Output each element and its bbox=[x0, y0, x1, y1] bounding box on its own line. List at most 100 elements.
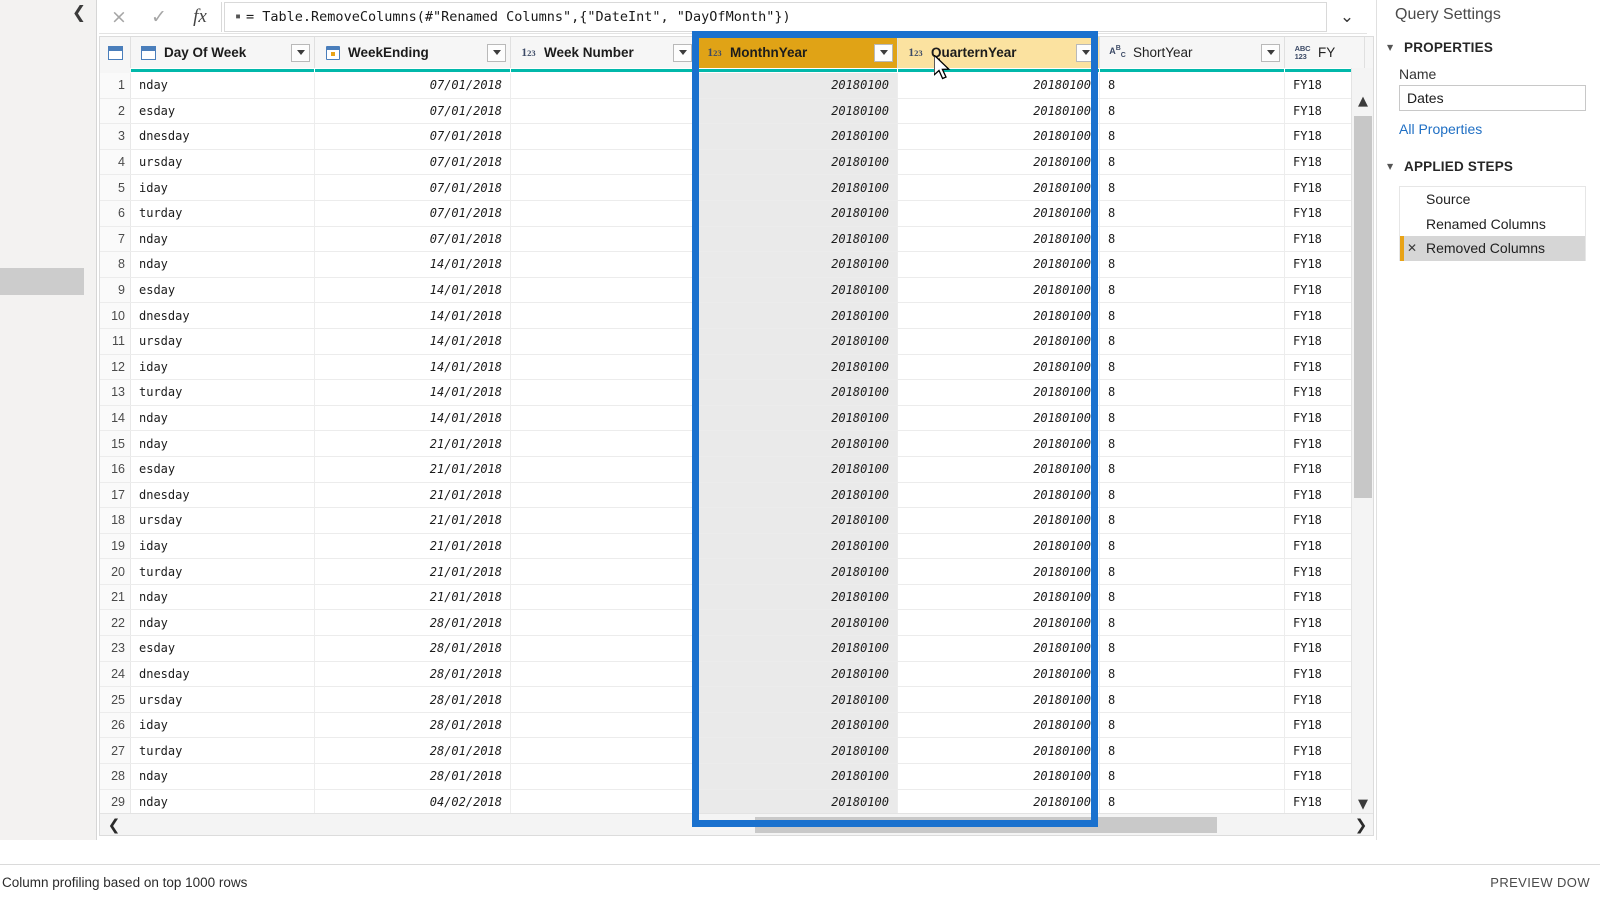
table-cell-monthnyear[interactable]: 20180100 bbox=[697, 661, 898, 687]
table-cell-day[interactable]: turday bbox=[131, 380, 315, 405]
table-cell-day[interactable]: iday bbox=[131, 533, 315, 559]
column-header-weekending[interactable]: WeekEnding bbox=[315, 37, 511, 68]
chevron-down-icon[interactable]: ⌄ bbox=[1327, 2, 1367, 32]
table-cell-monthnyear[interactable]: 20180100 bbox=[697, 533, 898, 559]
table-row[interactable]: 29 nday 04/02/2018 20180100 20180100 8 FY18 bbox=[100, 789, 1373, 816]
table-cell-monthnyear[interactable]: 20180100 bbox=[697, 98, 898, 124]
table-cell-monthnyear[interactable]: 20180100 bbox=[697, 380, 898, 405]
table-cell-monthnyear[interactable]: 20180100 bbox=[697, 328, 898, 354]
table-cell-shortyear[interactable]: 8 bbox=[1100, 687, 1285, 712]
table-cell-week-ending[interactable]: 14/01/2018 bbox=[315, 328, 511, 354]
vertical-scrollbar[interactable]: ▲ ▼ bbox=[1351, 68, 1373, 835]
table-cell-day[interactable]: nday bbox=[131, 73, 315, 98]
table-cell-week-number[interactable] bbox=[511, 712, 697, 738]
table-cell-shortyear[interactable]: 8 bbox=[1100, 149, 1285, 175]
table-row[interactable]: 26 iday 28/01/2018 20180100 20180100 8 FY18 bbox=[100, 712, 1373, 739]
table-row[interactable]: 25 ursday 28/01/2018 20180100 20180100 8 FY18 bbox=[100, 687, 1373, 713]
filter-dropdown-icon[interactable] bbox=[673, 43, 692, 62]
table-cell-week-ending[interactable]: 21/01/2018 bbox=[315, 533, 511, 559]
table-cell-quarternyear[interactable]: 20180100 bbox=[898, 482, 1100, 508]
column-header-quarternyear[interactable]: 1 2 3 QuarternYear bbox=[898, 37, 1100, 68]
row-number[interactable]: 4 bbox=[100, 149, 131, 175]
row-number[interactable]: 27 bbox=[100, 738, 131, 764]
table-cell-day[interactable]: nday bbox=[131, 789, 315, 815]
row-number[interactable]: 8 bbox=[100, 252, 131, 277]
table-cell-week-number[interactable] bbox=[511, 328, 697, 354]
table-cell-monthnyear[interactable]: 20180100 bbox=[697, 226, 898, 252]
horizontal-scrollbar[interactable]: ❮ ❯ bbox=[100, 813, 1373, 836]
table-cell-week-number[interactable] bbox=[511, 431, 697, 456]
table-cell-quarternyear[interactable]: 20180100 bbox=[898, 661, 1100, 687]
table-row[interactable]: 27 turday 28/01/2018 20180100 20180100 8 FY18 bbox=[100, 738, 1373, 765]
table-cell-day[interactable]: ursday bbox=[131, 328, 315, 354]
table-cell-week-number[interactable] bbox=[511, 764, 697, 789]
table-cell-quarternyear[interactable]: 20180100 bbox=[898, 124, 1100, 149]
table-cell-week-number[interactable] bbox=[511, 661, 697, 687]
table-row[interactable]: 18 ursday 21/01/2018 20180100 20180100 8 FY18 bbox=[100, 508, 1373, 534]
table-cell-quarternyear[interactable]: 20180100 bbox=[898, 738, 1100, 764]
table-row[interactable]: 7 nday 07/01/2018 20180100 20180100 8 FY18 bbox=[100, 226, 1373, 253]
table-cell-week-number[interactable] bbox=[511, 149, 697, 175]
table-cell-week-ending[interactable]: 07/01/2018 bbox=[315, 200, 511, 226]
row-number[interactable]: 7 bbox=[100, 226, 131, 252]
filter-dropdown-icon[interactable] bbox=[1261, 43, 1280, 62]
column-header-monthnyear[interactable]: 1 2 3 MonthnYear bbox=[697, 37, 898, 68]
table-cell-day[interactable]: nday bbox=[131, 764, 315, 789]
fx-icon[interactable]: fx bbox=[179, 2, 221, 32]
scroll-left-icon[interactable]: ❮ bbox=[100, 814, 128, 836]
table-cell-monthnyear[interactable]: 20180100 bbox=[697, 636, 898, 661]
table-cell-week-ending[interactable]: 28/01/2018 bbox=[315, 738, 511, 764]
table-cell-week-number[interactable] bbox=[511, 738, 697, 764]
table-cell-shortyear[interactable]: 8 bbox=[1100, 200, 1285, 226]
table-cell-week-ending[interactable]: 21/01/2018 bbox=[315, 482, 511, 508]
table-cell-quarternyear[interactable]: 20180100 bbox=[898, 226, 1100, 252]
row-number[interactable]: 16 bbox=[100, 456, 131, 482]
table-cell-quarternyear[interactable]: 20180100 bbox=[898, 98, 1100, 124]
table-cell-shortyear[interactable]: 8 bbox=[1100, 610, 1285, 636]
table-cell-shortyear[interactable]: 8 bbox=[1100, 73, 1285, 98]
table-cell-week-ending[interactable]: 28/01/2018 bbox=[315, 636, 511, 661]
table-cell-day[interactable]: iday bbox=[131, 354, 315, 380]
table-cell-day[interactable]: esday bbox=[131, 98, 315, 124]
table-cell-day[interactable]: nday bbox=[131, 610, 315, 636]
table-cell-monthnyear[interactable]: 20180100 bbox=[697, 610, 898, 636]
table-cell-quarternyear[interactable]: 20180100 bbox=[898, 431, 1100, 456]
table-cell-week-ending[interactable]: 07/01/2018 bbox=[315, 73, 511, 98]
table-cell-week-number[interactable] bbox=[511, 277, 697, 303]
table-cell-day[interactable]: esday bbox=[131, 277, 315, 303]
table-cell-shortyear[interactable]: 8 bbox=[1100, 584, 1285, 610]
table-cell-week-number[interactable] bbox=[511, 98, 697, 124]
table-cell-monthnyear[interactable]: 20180100 bbox=[697, 354, 898, 380]
table-cell-day[interactable]: ursday bbox=[131, 687, 315, 712]
table-cell-week-number[interactable] bbox=[511, 124, 697, 149]
table-cell-shortyear[interactable]: 8 bbox=[1100, 303, 1285, 328]
row-number[interactable]: 5 bbox=[100, 175, 131, 200]
table-row[interactable]: 8 nday 14/01/2018 20180100 20180100 8 FY18 bbox=[100, 252, 1373, 278]
table-row[interactable]: 3 dnesday 07/01/2018 20180100 20180100 8 FY18 bbox=[100, 124, 1373, 150]
table-cell-shortyear[interactable]: 8 bbox=[1100, 764, 1285, 789]
table-cell-day[interactable]: iday bbox=[131, 175, 315, 200]
table-row[interactable]: 2 esday 07/01/2018 20180100 20180100 8 FY18 bbox=[100, 98, 1373, 125]
table-cell-week-ending[interactable]: 14/01/2018 bbox=[315, 277, 511, 303]
table-cell-shortyear[interactable]: 8 bbox=[1100, 559, 1285, 584]
horizontal-scrollbar-track[interactable] bbox=[128, 814, 1347, 836]
applied-step-removed-columns[interactable]: ✕ Removed Columns bbox=[1400, 236, 1585, 261]
table-cell-monthnyear[interactable]: 20180100 bbox=[697, 124, 898, 149]
table-cell-day[interactable]: nday bbox=[131, 405, 315, 431]
row-number[interactable]: 1 bbox=[100, 73, 131, 98]
column-header-shortyear[interactable]: ABC ShortYear bbox=[1100, 37, 1285, 68]
table-cell-shortyear[interactable]: 8 bbox=[1100, 738, 1285, 764]
table-cell-week-number[interactable] bbox=[511, 405, 697, 431]
row-number[interactable]: 18 bbox=[100, 508, 131, 533]
table-cell-shortyear[interactable]: 8 bbox=[1100, 431, 1285, 456]
table-cell-week-number[interactable] bbox=[511, 303, 697, 328]
row-number[interactable]: 26 bbox=[100, 712, 131, 738]
table-cell-week-ending[interactable]: 14/01/2018 bbox=[315, 405, 511, 431]
table-cell-week-ending[interactable]: 07/01/2018 bbox=[315, 226, 511, 252]
table-cell-day[interactable]: iday bbox=[131, 712, 315, 738]
column-header-day-of-week[interactable]: Day Of Week bbox=[131, 37, 315, 68]
table-cell-quarternyear[interactable]: 20180100 bbox=[898, 789, 1100, 815]
table-cell-week-number[interactable] bbox=[511, 200, 697, 226]
table-cell-shortyear[interactable]: 8 bbox=[1100, 789, 1285, 815]
table-cell-monthnyear[interactable]: 20180100 bbox=[697, 738, 898, 764]
